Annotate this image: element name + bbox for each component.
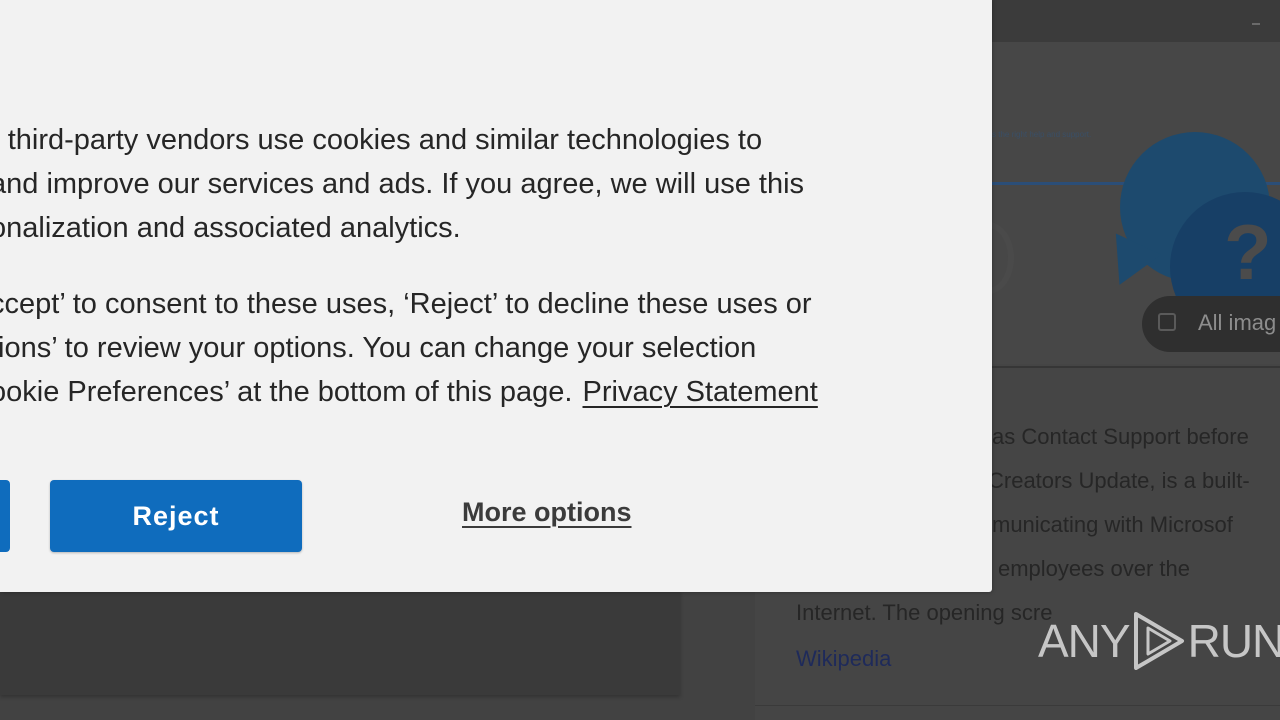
images-icon [1158,313,1176,331]
privacy-statement-link[interactable]: Privacy Statement [583,376,818,408]
consent-text-line: ookie Preferences’ at the bottom of this… [0,376,573,408]
panel-divider [992,366,1280,368]
minimize-icon [1252,23,1260,25]
description-line-1: as Contact Support before [992,424,1249,449]
wikipedia-link[interactable]: Wikipedia [796,646,891,672]
accept-button[interactable] [0,480,10,552]
all-images-label: All imag [1198,310,1277,335]
knowledge-panel-header [992,0,1280,42]
panel-bottom-divider [755,705,1280,706]
hero-ring-shape [992,222,1014,294]
page: s the right help and support. ? All imag… [0,0,1280,720]
description-line-2: Creators Update, is a built- [988,468,1250,493]
consent-text-line: and improve our services and ads. If you… [0,168,805,200]
description-line-4: employees over the [998,556,1190,581]
consent-text-line: r third-party vendors use cookies and si… [0,124,763,156]
consent-text-line: tions’ to review your options. You can c… [0,332,757,364]
consent-text-line-with-link: ookie Preferences’ at the bottom of this… [0,370,818,414]
cookie-consent-dialog: r third-party vendors use cookies and si… [0,0,992,592]
anyrun-watermark: ANY RUN [1038,608,1280,674]
watermark-text-left: ANY [1038,615,1131,667]
more-options-button[interactable]: More options [462,490,632,534]
consent-paragraph-1: r third-party vendors use cookies and si… [0,118,804,250]
consent-paragraph-2: ccept’ to consent to these uses, ‘Reject… [0,282,818,414]
reject-button[interactable]: Reject [50,480,302,552]
consent-text-line: onalization and associated analytics. [0,212,461,244]
question-mark-icon: ? [1224,208,1272,296]
description-line-3: municating with Microsof [992,512,1233,537]
play-logo-icon [1133,612,1184,670]
consent-text-line: ccept’ to consent to these uses, ‘Reject… [0,288,812,320]
background-card [0,590,680,695]
hero-caption: s the right help and support. [992,130,1092,139]
description-line-5: Internet. The opening scre [796,600,1053,625]
watermark-text-right: RUN [1187,615,1280,667]
